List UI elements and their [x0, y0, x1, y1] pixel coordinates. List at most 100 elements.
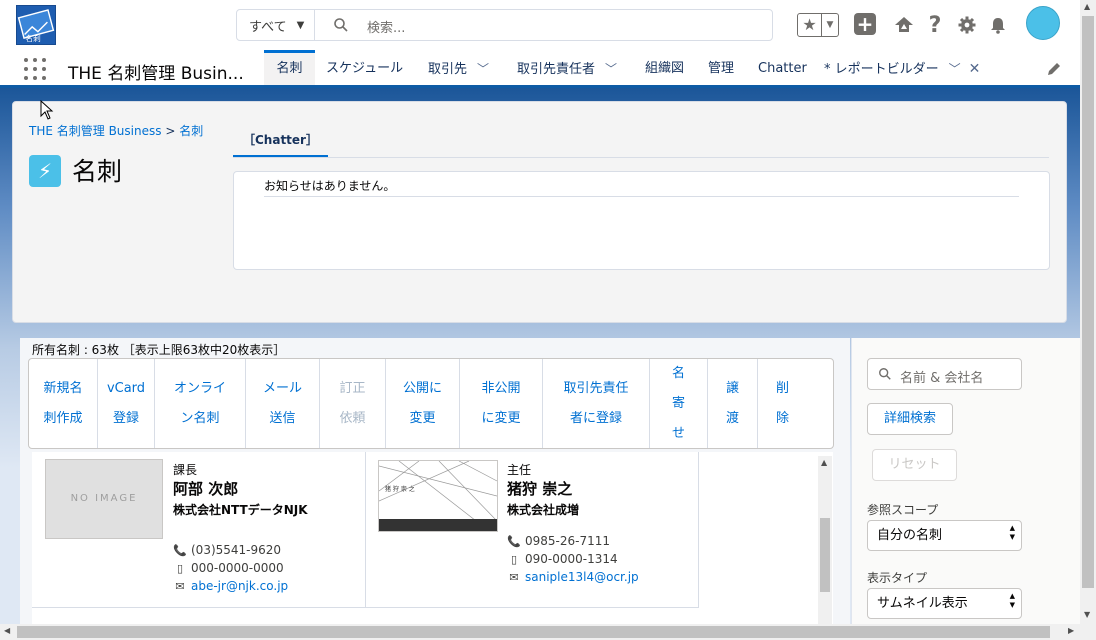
name-company-search-input[interactable]: 名前 & 会社名 [867, 358, 1022, 390]
chevron-down-icon[interactable]: ▼ [822, 14, 838, 36]
phone-row: 📞 0985-26-7111 [507, 534, 610, 548]
phone-value: 0985-26-7111 [525, 534, 611, 548]
search-input[interactable]: 検索... [367, 17, 405, 36]
scrollbar-thumb[interactable] [820, 518, 830, 592]
app-nav-bar: THE 名刺管理 Busin... 名刺 スケジュール 取引先 ﹀ 取引先責任者 ﹀… [0, 50, 1080, 88]
avatar[interactable] [1026, 6, 1060, 40]
tab-accounts[interactable]: 取引先 ﹀ [428, 50, 489, 85]
add-icon[interactable]: + [854, 13, 876, 35]
page-title: 名刺 [72, 157, 123, 186]
scrollbar-corner [1080, 624, 1096, 640]
button-label: 寄 [671, 395, 685, 411]
card-count-label: 所有名刺 : 63枚 ［表示上限63枚中20枚表示］ [32, 343, 286, 357]
search-icon [334, 18, 348, 32]
search-placeholder: 名前 & 会社名 [900, 371, 984, 386]
button-label: vCard [106, 380, 146, 396]
edit-pencil-icon[interactable] [1046, 61, 1062, 77]
chevron-down-icon: ▼ [296, 19, 305, 31]
correction-request-button[interactable]: 訂正 依頼 [320, 359, 386, 448]
button-label: 登録 [112, 410, 139, 426]
scrollbar-thumb[interactable] [1082, 16, 1094, 588]
list-item[interactable]: 猪 狩 崇 之 主任 猪狩 崇之 株式会社成増 📞 0985-26-7111 ▯ 0… [366, 452, 699, 608]
tab-label: 取引先責任者 [517, 62, 596, 77]
reset-button[interactable]: リセット [872, 449, 957, 481]
tab-schedule[interactable]: スケジュール [326, 50, 403, 85]
chevron-down-icon[interactable]: ﹀ [477, 62, 489, 76]
favorites-button[interactable]: ★ ▼ [797, 13, 839, 37]
card-image-placeholder[interactable]: NO IMAGE [45, 459, 163, 539]
page-vertical-scrollbar[interactable]: ▲ ▼ [1080, 0, 1096, 624]
app-logo-icon[interactable]: 名刺 [16, 5, 56, 45]
button-label: 訂正 [339, 380, 366, 396]
search-scope-select[interactable]: すべて ▼ [237, 10, 315, 40]
send-mail-button[interactable]: メール 送信 [246, 359, 320, 448]
email-link[interactable]: saniple13l4@ocr.jp [525, 570, 639, 584]
chevron-down-icon[interactable]: ﹀ [949, 62, 961, 76]
contact-name[interactable]: 阿部 次郎 [173, 478, 238, 499]
search-icon [879, 368, 891, 380]
tab-contacts[interactable]: 取引先責任者 ﹀ [517, 50, 617, 85]
mouse-cursor-icon [40, 100, 54, 120]
email-link[interactable]: abe-jr@njk.co.jp [191, 579, 288, 593]
button-label: せ [671, 425, 685, 441]
job-title: 主任 [507, 463, 532, 477]
tab-org-chart[interactable]: 組織図 [645, 50, 684, 85]
scroll-up-arrow-icon[interactable]: ▲ [821, 458, 827, 467]
setup-gear-icon[interactable] [955, 13, 979, 37]
scope-label: 参照スコープ [867, 503, 939, 517]
mobile-value: 090-0000-1314 [525, 552, 618, 566]
trailhead-icon[interactable] [892, 13, 916, 37]
company-name: 株式会社NTTデータNJK [173, 503, 308, 517]
page-horizontal-scrollbar[interactable]: ◀ ▶ [0, 624, 1080, 640]
tab-meishi[interactable]: 名刺 [264, 50, 315, 85]
transfer-button[interactable]: 譲渡 [708, 359, 758, 448]
tab-admin[interactable]: 管理 [708, 50, 734, 85]
scrollbar-thumb[interactable] [17, 626, 1050, 638]
select-arrows-icon: ▲ ▼ [1009, 592, 1015, 609]
delete-button[interactable]: 削除 [758, 359, 807, 448]
list-item[interactable]: NO IMAGE 課長 阿部 次郎 株式会社NTTデータNJK 📞 (03)554… [32, 452, 366, 608]
register-contact-button[interactable]: 取引先責任 者に登録 [543, 359, 650, 448]
make-private-button[interactable]: 非公開 に変更 [460, 359, 543, 448]
button-label: 者に登録 [569, 410, 622, 426]
scroll-down-arrow-icon[interactable]: ▼ [1084, 610, 1090, 619]
tab-chatter[interactable]: Chatter [758, 50, 807, 85]
scope-select[interactable]: 自分の名刺 ▲ ▼ [867, 520, 1022, 551]
card-image[interactable]: 猪 狩 崇 之 [378, 460, 498, 532]
app-launcher-icon[interactable] [24, 58, 46, 80]
breadcrumb-separator: > [165, 124, 176, 138]
help-icon[interactable]: ? [924, 13, 946, 38]
tab-chatter-feed[interactable]: ［Chatter］ [233, 127, 328, 158]
button-label: 送信 [269, 410, 296, 426]
scroll-right-arrow-icon[interactable]: ▶ [1068, 626, 1074, 635]
merge-cards-button[interactable]: 名寄せ [650, 359, 708, 448]
contact-name[interactable]: 猪狩 崇之 [507, 478, 572, 499]
breadcrumb-current-link[interactable]: 名刺 [179, 124, 203, 138]
phone-icon: 📞 [173, 543, 187, 557]
advanced-search-button[interactable]: 詳細検索 [867, 403, 953, 435]
email-icon: ✉ [175, 579, 185, 593]
notification-bell-icon[interactable] [987, 13, 1009, 37]
make-public-button[interactable]: 公開に 変更 [386, 359, 460, 448]
vcard-register-button[interactable]: vCard 登録 [98, 359, 155, 448]
select-arrows-icon: ▲ ▼ [1009, 524, 1015, 541]
card-list-scrollbar[interactable]: ▲ [818, 456, 832, 628]
tab-label: * レポートビルダー [824, 62, 939, 77]
chevron-down-icon[interactable]: ﹀ [605, 62, 617, 76]
button-label: メール [262, 380, 302, 396]
online-card-button[interactable]: オンライ ン名刺 [155, 359, 246, 448]
phone-row: 📞 (03)5541-9620 [173, 543, 281, 557]
mobile-value: 000-0000-0000 [191, 561, 284, 575]
button-label: 取引先責任 [563, 380, 629, 396]
close-icon[interactable]: ✕ [969, 61, 981, 77]
scroll-up-arrow-icon[interactable]: ▲ [1084, 2, 1090, 11]
global-search[interactable]: すべて ▼ 検索... [236, 9, 773, 41]
new-card-button[interactable]: 新規名 刺作成 [29, 359, 98, 448]
lightning-bolt-icon: ⚡ [29, 155, 61, 187]
scroll-left-arrow-icon[interactable]: ◀ [4, 626, 10, 635]
divider [233, 157, 1049, 158]
favorites-icon: ★ [798, 14, 822, 36]
view-type-select[interactable]: サムネイル表示 ▲ ▼ [867, 588, 1022, 619]
breadcrumb-root-link[interactable]: THE 名刺管理 Business [29, 124, 161, 138]
tab-report-builder[interactable]: * レポートビルダー ﹀ ✕ [824, 50, 980, 85]
